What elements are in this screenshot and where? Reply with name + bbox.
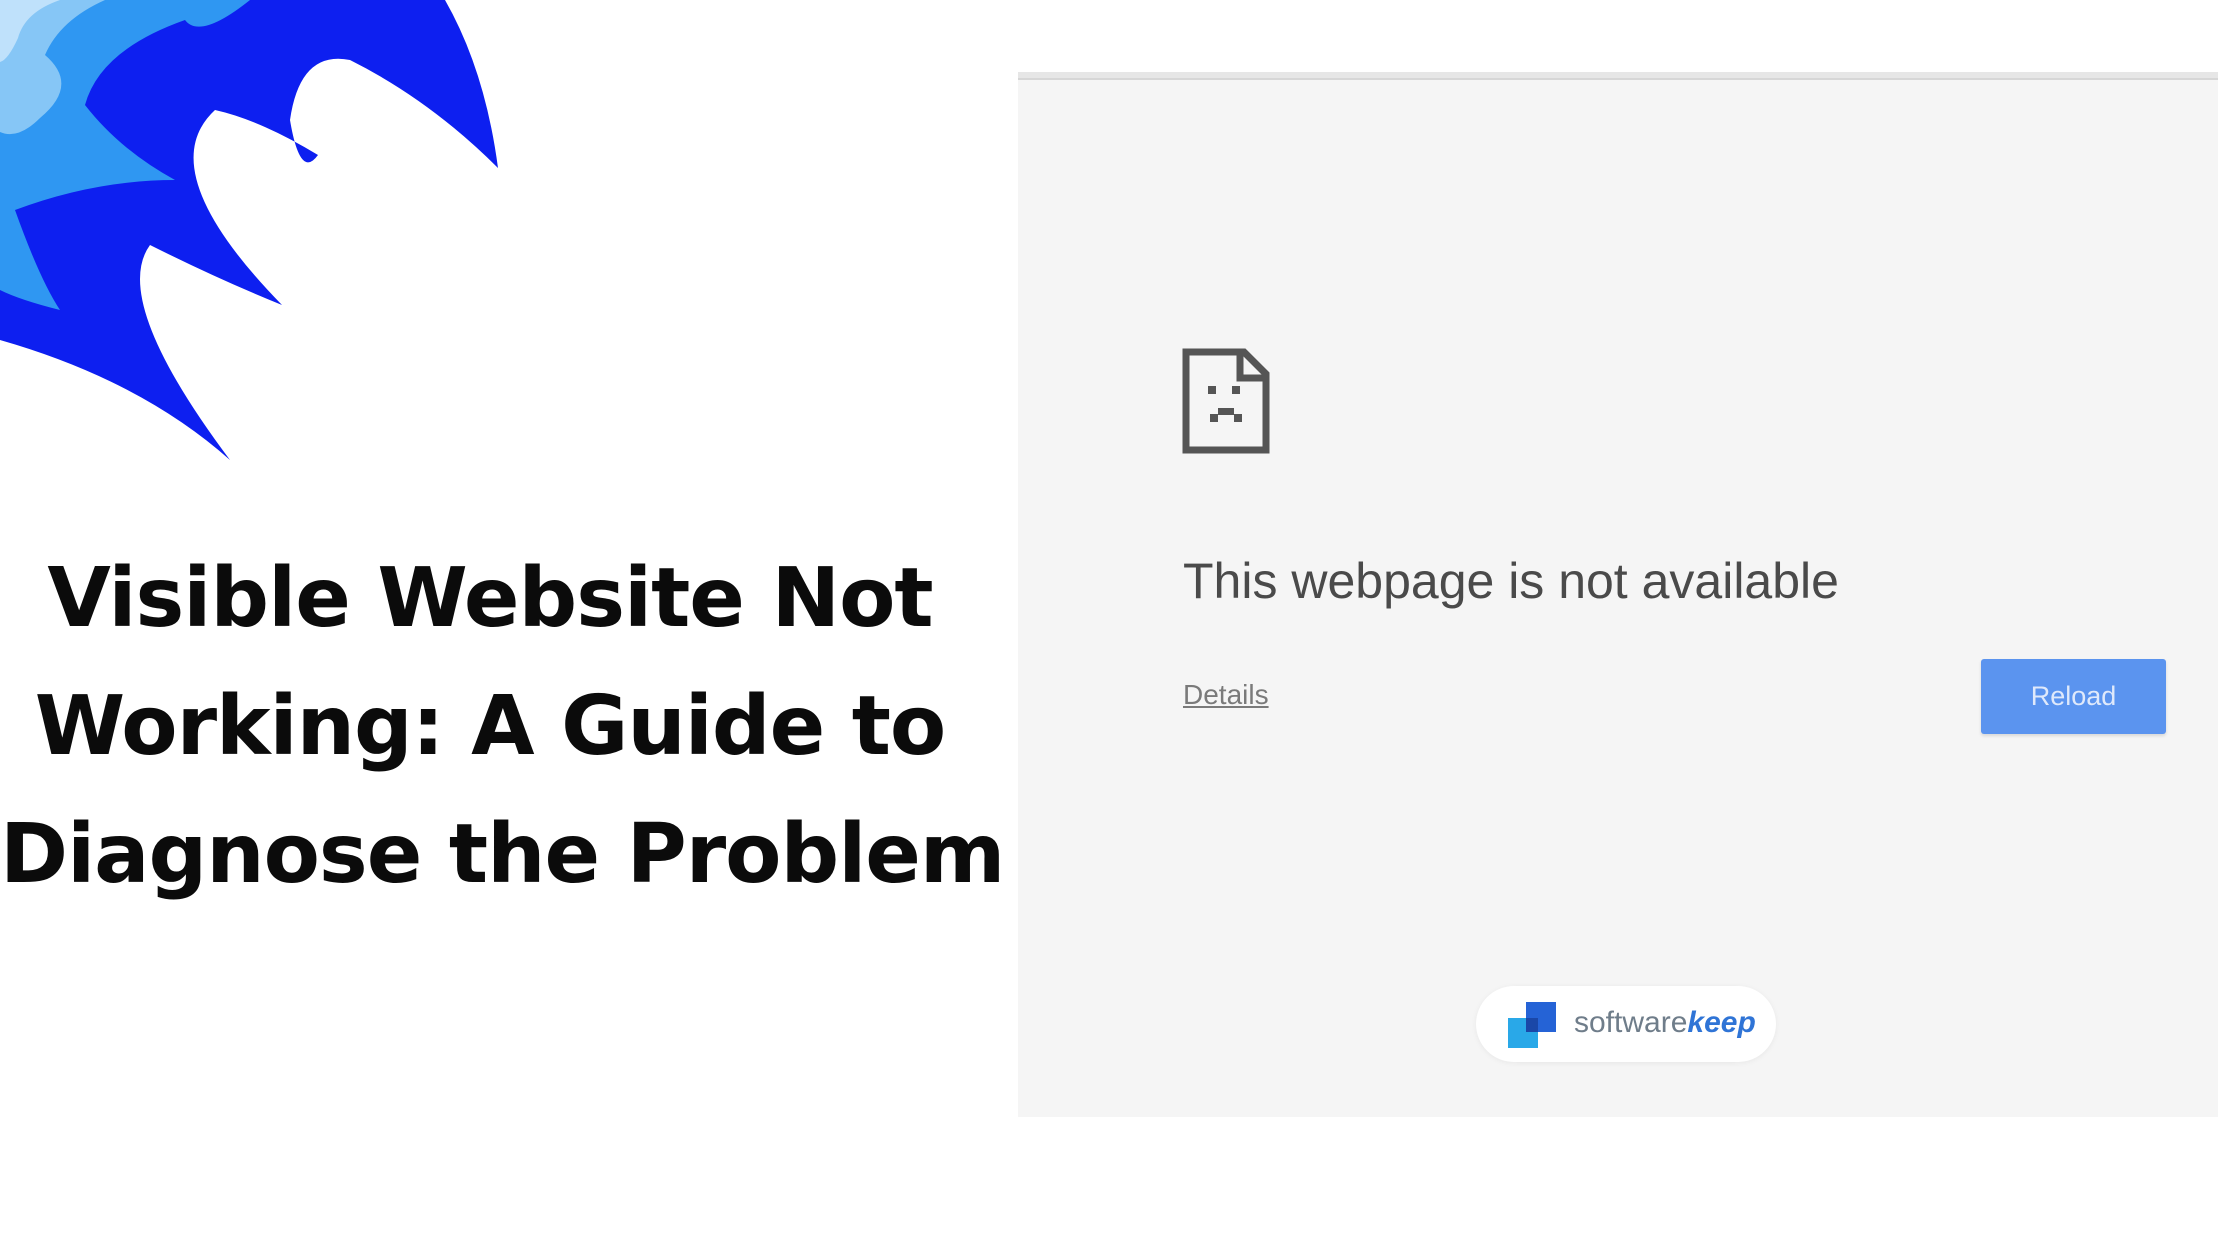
softwarekeep-logo <box>1508 1002 1556 1048</box>
brand-name: softwarekeep <box>1574 1006 1756 1040</box>
error-title: This webpage is not available <box>1183 553 1839 609</box>
article-headline: Visible Website Not Working: A Guide to … <box>0 535 1005 919</box>
decorative-blue-shapes <box>0 0 498 460</box>
details-link[interactable]: Details <box>1183 679 1269 711</box>
softwarekeep-watermark: softwarekeep <box>1476 986 1776 1062</box>
reload-button[interactable]: Reload <box>1981 659 2166 734</box>
browser-error-screenshot: This webpage is not available Details Re… <box>1018 72 2218 1117</box>
headline-line-1: Visible Website Not <box>47 551 933 646</box>
brand-name-keep: keep <box>1687 1006 1756 1039</box>
sad-page-icon <box>1182 348 1270 454</box>
browser-top-border <box>1018 72 2218 80</box>
brand-name-software: software <box>1574 1006 1688 1039</box>
headline-line-3: Diagnose the Problem <box>0 807 1005 902</box>
headline-line-2: Working: A Guide to <box>34 679 947 774</box>
